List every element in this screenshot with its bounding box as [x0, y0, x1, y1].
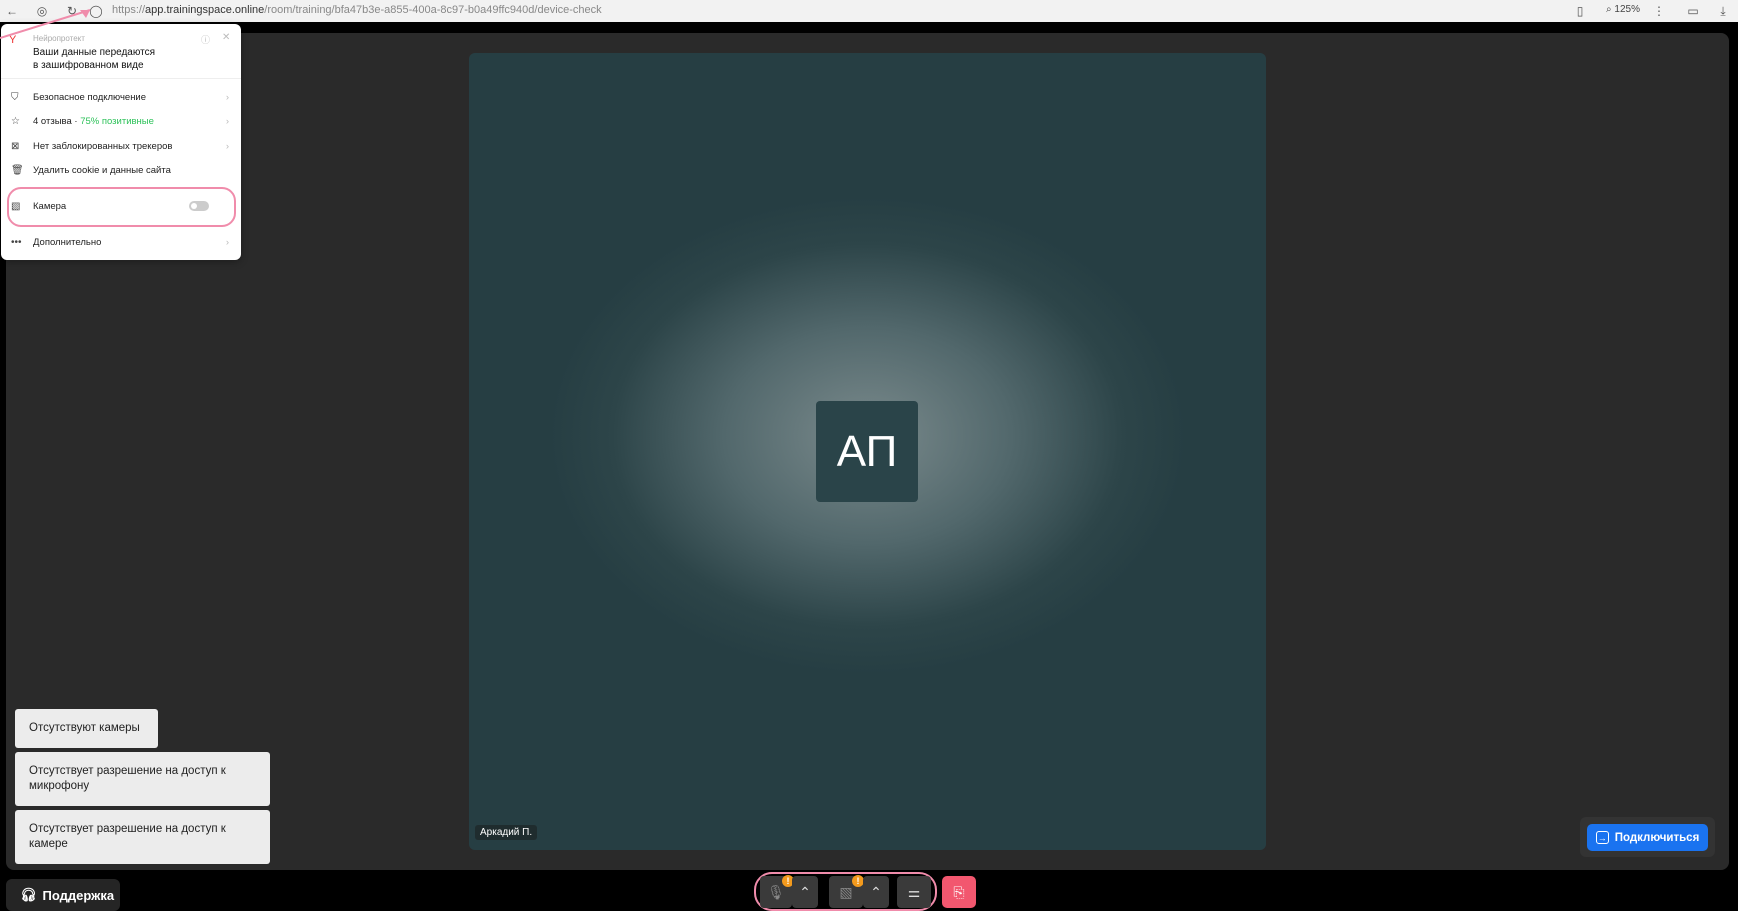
browser-toolbar: ← ◎ ↻ ◯ https://app.trainingspace.online… [0, 0, 1738, 22]
error-camera-permission: Отсутствует разрешение на доступ к камер… [15, 810, 270, 864]
connect-button[interactable]: → Подключиться [1587, 824, 1708, 851]
mic-options-button[interactable]: ⌃ [792, 876, 818, 908]
support-button[interactable]: 🎧︎ Поддержка [6, 879, 120, 911]
popup-title: Ваши данные передаются в зашифрованном ви… [33, 46, 155, 72]
url-path: /room/training/bfa47b3e-a855-400a-8c97-b… [264, 4, 602, 16]
item-label: Нет заблокированных трекеров [33, 140, 173, 152]
chevron-up-icon: ⌃ [870, 883, 882, 900]
avatar: АП [816, 401, 918, 502]
more-dots-icon: ••• [11, 236, 22, 248]
divider [1, 78, 241, 79]
positive-reviews: 75% позитивные [80, 115, 154, 127]
info-icon[interactable]: ⓘ [201, 33, 210, 46]
close-icon[interactable]: ✕ [222, 32, 230, 43]
camera-off-icon: ▧ [839, 883, 853, 900]
error-no-cameras: Отсутствуют камеры [15, 709, 158, 748]
bookmark-icon[interactable]: ▯ [1570, 4, 1590, 18]
tabs-icon[interactable]: ▭ [1683, 4, 1703, 18]
item-label: Безопасное подключение [33, 91, 147, 103]
menu-icon[interactable]: ⋮ [1649, 4, 1669, 18]
star-icon: ☆ [11, 115, 20, 127]
delete-cookies-item[interactable]: 🗑︎ Удалить cookie и данные сайта [11, 160, 229, 180]
popup-title-line1: Ваши данные передаются [33, 47, 156, 58]
participant-name: Аркадий П. [475, 825, 538, 840]
exit-door-icon: ⎘ [953, 883, 965, 900]
tracker-block-icon: ⊠ [11, 140, 20, 152]
camera-highlight-ring [7, 187, 236, 227]
headset-icon: 🎧︎ [20, 887, 37, 902]
item-label: Удалить cookie и данные сайта [33, 164, 171, 176]
chevron-right-icon: › [225, 140, 229, 152]
item-label: 4 отзыва · [33, 115, 78, 127]
more-item[interactable]: ••• Дополнительно › [11, 232, 229, 252]
trash-icon: 🗑︎ [11, 164, 24, 176]
annotation-arrow [0, 9, 91, 39]
item-label: Дополнительно [33, 236, 102, 248]
secure-connection-item[interactable]: ⛉ Безопасное подключение › [11, 87, 229, 107]
support-label: Поддержка [42, 887, 115, 903]
address-bar[interactable]: https://app.trainingspace.online/room/tr… [112, 4, 602, 16]
reviews-item[interactable]: ☆ 4 отзыва · 75% позитивные › [11, 111, 229, 131]
url-scheme: https:// [112, 4, 146, 16]
enter-icon: → [1595, 831, 1609, 844]
chevron-right-icon: › [225, 91, 229, 103]
connect-label: Подключиться [1614, 831, 1700, 844]
mic-off-icon: 🎙︎ [767, 883, 785, 900]
error-mic-permission: Отсутствует разрешение на доступ к микро… [15, 752, 270, 806]
zoom-indicator[interactable]: ⌕ 125% [1606, 4, 1640, 15]
leave-button[interactable]: ⎘ [942, 876, 976, 908]
chevron-up-icon: ⌃ [799, 883, 811, 900]
trackers-item[interactable]: ⊠ Нет заблокированных трекеров › [11, 136, 229, 156]
chevron-right-icon: › [225, 236, 229, 248]
chevron-right-icon: › [225, 115, 229, 127]
settings-button[interactable]: ⚌ [897, 876, 931, 908]
sliders-icon: ⚌ [907, 883, 921, 900]
url-host: app.trainingspace.online [145, 4, 265, 16]
shield-icon: ⛉ [11, 91, 19, 103]
zoom-level: 125% [1614, 4, 1640, 15]
camera-options-button[interactable]: ⌃ [863, 876, 889, 908]
download-icon[interactable]: ⤓ [1713, 4, 1733, 19]
popup-title-line2: в зашифрованном виде [33, 60, 144, 71]
